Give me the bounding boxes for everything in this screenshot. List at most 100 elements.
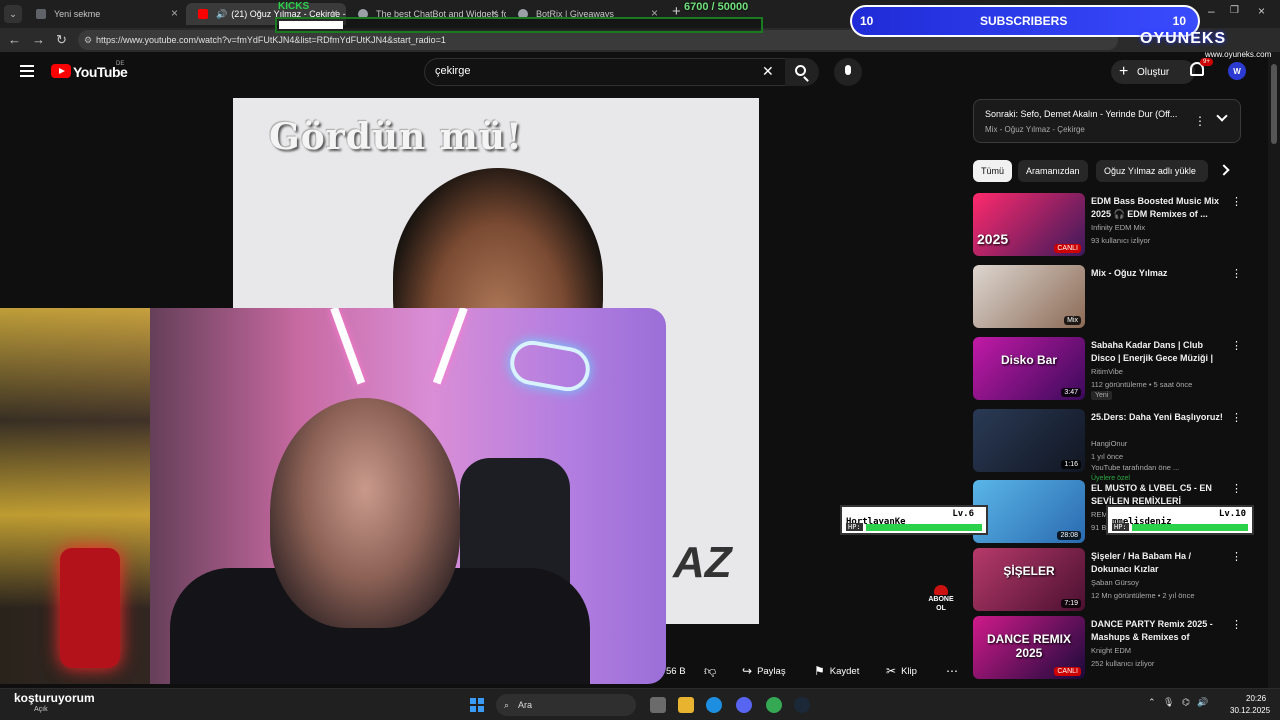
more-vertical-icon[interactable]: ⋮	[1231, 267, 1242, 280]
chevron-down-icon[interactable]	[1216, 110, 1228, 122]
neon-gamepad-icon	[506, 337, 594, 395]
microphone	[60, 548, 120, 668]
recommendation-item[interactable]: 1:16 25.Ders: Daha Yeni Başlıyoruz! HangiO…	[973, 409, 1243, 482]
more-vertical-icon[interactable]: ⋮	[1231, 618, 1242, 631]
taskbar-search-placeholder: Ara	[518, 700, 533, 710]
recommendation-title[interactable]: Şişeler / Ha Babam Ha / Dokunacı Kızlar	[1091, 550, 1223, 576]
file-explorer-icon[interactable]	[678, 697, 694, 713]
subs-current: 10	[860, 14, 874, 28]
voice-search-button[interactable]	[834, 58, 862, 86]
more-vertical-icon[interactable]: ⋮	[1231, 339, 1242, 352]
task-view-icon[interactable]	[650, 697, 666, 713]
kicks-goal-fill	[279, 21, 343, 29]
recommendation-item[interactable]: DANCE REMIX 2025 CANLI DANCE PARTY Remix 2…	[973, 616, 1243, 682]
close-tab-icon[interactable]: ×	[171, 6, 178, 20]
forward-icon[interactable]: →	[32, 32, 45, 47]
channel-name[interactable]: Knight EDM	[1091, 646, 1223, 655]
share-icon: ↪	[742, 664, 753, 678]
search-input[interactable]	[435, 65, 755, 77]
recommendation-item[interactable]: 2025 CANLI EDM Bass Boosted Music Mix 2025…	[973, 193, 1243, 259]
chip-uploads-by-artist[interactable]: Oğuz Yılmaz adlı yükle	[1096, 160, 1208, 182]
recommendation-title[interactable]: Mix - Oğuz Yılmaz	[1091, 267, 1223, 280]
chip-from-search[interactable]: Aramanızdan	[1018, 160, 1088, 182]
brand-url: www.oyuneks.com	[1205, 50, 1272, 59]
recommendation-item[interactable]: Mix Mix - Oğuz Yılmaz ⋮	[973, 265, 1243, 331]
chip-all[interactable]: Tümü	[973, 160, 1013, 182]
channel-name[interactable]: Şaban Gürsoy	[1091, 578, 1223, 587]
video-thumbnail[interactable]: 2025 CANLI	[973, 193, 1085, 256]
tab-search-button[interactable]: ⌄	[4, 5, 22, 23]
more-vertical-icon[interactable]: ⋮	[1231, 411, 1242, 424]
kicks-count: 6700 / 50000	[684, 1, 749, 13]
taskbar-search[interactable]: ⌕ Ara	[496, 694, 636, 716]
video-thumbnail[interactable]: Mix	[973, 265, 1085, 328]
thumbnail-text: DANCE REMIX 2025	[986, 632, 1071, 660]
minimize-icon[interactable]: –	[1208, 4, 1215, 18]
chrome-icon[interactable]	[766, 697, 782, 713]
reload-icon[interactable]: ↻	[56, 32, 67, 48]
view-meta: 93 kullanıcı izliyor	[1091, 236, 1151, 245]
up-next-subtitle: Mix - Oğuz Yılmaz - Çekirge	[985, 125, 1085, 134]
windows-taskbar: ⌕ Ara ⌃ 🎙 ⌬ 🔊 20:26 30.12.2025	[0, 688, 1280, 720]
video-thumbnail[interactable]: 1:16	[973, 409, 1085, 472]
channel-name[interactable]: RitimVibe	[1091, 367, 1223, 376]
like-count[interactable]: 56 B	[666, 661, 686, 681]
restore-icon[interactable]: ❐	[1230, 5, 1239, 16]
more-actions-button[interactable]: ⋯	[946, 661, 963, 681]
share-button[interactable]: ↪ Paylaş	[742, 661, 786, 681]
close-window-icon[interactable]: ×	[1258, 4, 1265, 18]
steam-icon[interactable]	[794, 697, 810, 713]
live-badge: CANLI	[1054, 667, 1081, 676]
viewer-hp-card: mmelisdeniz Lv.10 HP:	[1106, 505, 1254, 535]
save-button[interactable]: ⚑ Kaydet	[814, 661, 859, 681]
clock-date[interactable]: 30.12.2025	[1230, 706, 1270, 715]
channel-name[interactable]: HangiOnur	[1091, 439, 1223, 448]
recommendation-item[interactable]: Disko Bar 3:47 Sabaha Kadar Dans | Club Di…	[973, 337, 1243, 403]
subscribe-overlay-label: ABONE OL	[928, 596, 954, 612]
create-button[interactable]: + Oluştur	[1111, 60, 1195, 84]
recommendation-title[interactable]: EDM Bass Boosted Music Mix 2025 🎧 EDM Re…	[1091, 195, 1223, 221]
dislike-button[interactable]: 👎︎	[704, 661, 721, 681]
clip-button[interactable]: ✂ Klip	[886, 661, 917, 681]
tab-new-tab[interactable]: Yeni sekme ×	[24, 3, 186, 25]
more-vertical-icon[interactable]: ⋮	[1194, 114, 1206, 128]
plus-icon: +	[1119, 63, 1129, 80]
create-label: Oluştur	[1137, 66, 1170, 78]
search-button[interactable]	[785, 58, 819, 86]
recommendation-title[interactable]: DANCE PARTY Remix 2025 - Mashups & Remix…	[1091, 618, 1223, 644]
chevron-right-icon[interactable]	[1218, 164, 1230, 176]
thumbs-down-icon: 👎︎	[704, 663, 717, 678]
bookmark-icon: ⚑	[814, 664, 825, 678]
youtube-logo-icon[interactable]	[51, 64, 71, 78]
windows-start-icon[interactable]	[470, 698, 484, 712]
video-thumbnail[interactable]: DANCE REMIX 2025 CANLI	[973, 616, 1085, 679]
youtube-favicon-icon	[198, 9, 208, 19]
clear-search-icon[interactable]: ✕	[762, 63, 774, 80]
recommendation-title[interactable]: Sabaha Kadar Dans | Club Disco | Enerjik…	[1091, 339, 1223, 365]
menu-icon[interactable]	[20, 65, 34, 77]
video-thumbnail[interactable]: 28:08	[973, 480, 1085, 543]
site-info-icon[interactable]: ⚙	[84, 30, 92, 50]
video-tag: Yeni	[1091, 391, 1113, 400]
save-label: Kaydet	[829, 665, 860, 677]
live-badge: CANLI	[1054, 244, 1081, 253]
recommendation-title[interactable]: 25.Ders: Daha Yeni Başlıyoruz!	[1091, 411, 1223, 424]
more-vertical-icon[interactable]: ⋮	[1231, 550, 1242, 563]
edge-browser-icon[interactable]	[706, 697, 722, 713]
more-vertical-icon[interactable]: ⋮	[1231, 195, 1242, 208]
more-vertical-icon[interactable]: ⋮	[1231, 482, 1242, 495]
recommendation-item[interactable]: ŞİŞELER 7:19 Şişeler / Ha Babam Ha / Dokun…	[973, 548, 1243, 614]
view-meta: 12 Mn görüntüleme • 2 yıl önce	[1091, 591, 1195, 600]
page-scrollbar[interactable]	[1268, 52, 1280, 688]
scrollbar-thumb[interactable]	[1271, 64, 1277, 144]
back-icon[interactable]: ←	[8, 32, 21, 47]
discord-icon[interactable]	[736, 697, 752, 713]
system-tray-icons[interactable]: ⌃ 🎙 ⌬ 🔊	[1148, 697, 1209, 708]
clock-time[interactable]: 20:26	[1246, 694, 1266, 703]
video-thumbnail[interactable]: ŞİŞELER 7:19	[973, 548, 1085, 611]
brand-logo: OYUNEKS	[1140, 30, 1227, 47]
up-next-panel[interactable]: Sonraki: Sefo, Demet Akalın - Yerinde Du…	[973, 99, 1241, 143]
channel-name[interactable]: Infinity EDM Mix	[1091, 223, 1223, 232]
avatar[interactable]: W	[1228, 62, 1246, 80]
video-thumbnail[interactable]: Disko Bar 3:47	[973, 337, 1085, 400]
